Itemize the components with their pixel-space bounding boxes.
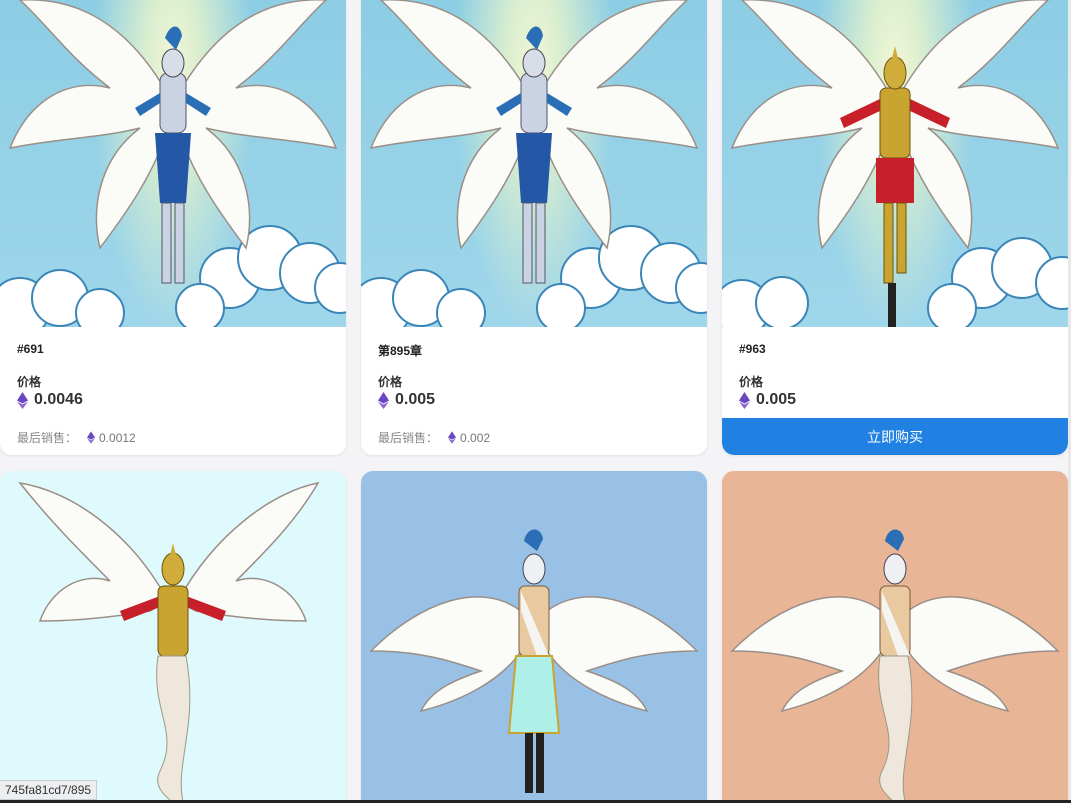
price-label: 价格 (17, 375, 42, 389)
last-sale-value: 0.0012 (99, 430, 136, 445)
figure-toga (507, 529, 561, 793)
status-bar-url: 745fa81cd7/895 (0, 780, 98, 800)
nft-image[interactable] (0, 471, 346, 803)
clouds (361, 225, 707, 327)
last-sale-value: 0.002 (460, 430, 491, 445)
eth-icon (17, 391, 28, 409)
nft-card[interactable]: 第895章 价格 0.005 最后销售： 0.002 (361, 0, 707, 455)
nft-card[interactable] (361, 471, 707, 803)
eth-icon (87, 431, 96, 444)
last-sale: 最后销售： 0.0012 (17, 429, 136, 446)
price-label: 价格 (378, 375, 403, 389)
eth-icon (378, 391, 389, 409)
price-label: 价格 (739, 375, 764, 389)
nft-card[interactable]: #691 价格 0.0046 最后销售： 0.0012 (0, 0, 346, 455)
clouds (0, 225, 346, 327)
price-value: 0.0046 (34, 391, 83, 408)
nft-image[interactable] (361, 471, 707, 803)
nft-image[interactable] (361, 0, 707, 327)
buy-now-button[interactable]: 立即购买 (722, 418, 1068, 455)
eth-icon (739, 391, 750, 409)
price-value: 0.005 (395, 391, 436, 408)
price: 0.0046 (17, 391, 83, 409)
figure-toga (878, 529, 913, 803)
nft-title[interactable]: 第895章 (378, 342, 422, 359)
nft-card[interactable]: #963 价格 0.005 立即购买 (722, 0, 1068, 455)
last-sale-label: 最后销售： (378, 431, 439, 445)
nft-image[interactable] (0, 0, 346, 327)
nft-title[interactable]: #691 (17, 342, 44, 356)
last-sale-label: 最后销售： (17, 431, 78, 445)
eth-icon (448, 431, 457, 444)
price: 0.005 (378, 391, 435, 409)
last-sale: 最后销售： 0.002 (378, 429, 490, 446)
nft-image[interactable] (722, 0, 1068, 327)
price: 0.005 (739, 391, 796, 409)
price-value: 0.005 (756, 391, 797, 408)
nft-card[interactable] (0, 471, 346, 803)
nft-image[interactable] (722, 471, 1068, 803)
nft-card[interactable] (722, 471, 1068, 803)
nft-title[interactable]: #963 (739, 342, 766, 356)
